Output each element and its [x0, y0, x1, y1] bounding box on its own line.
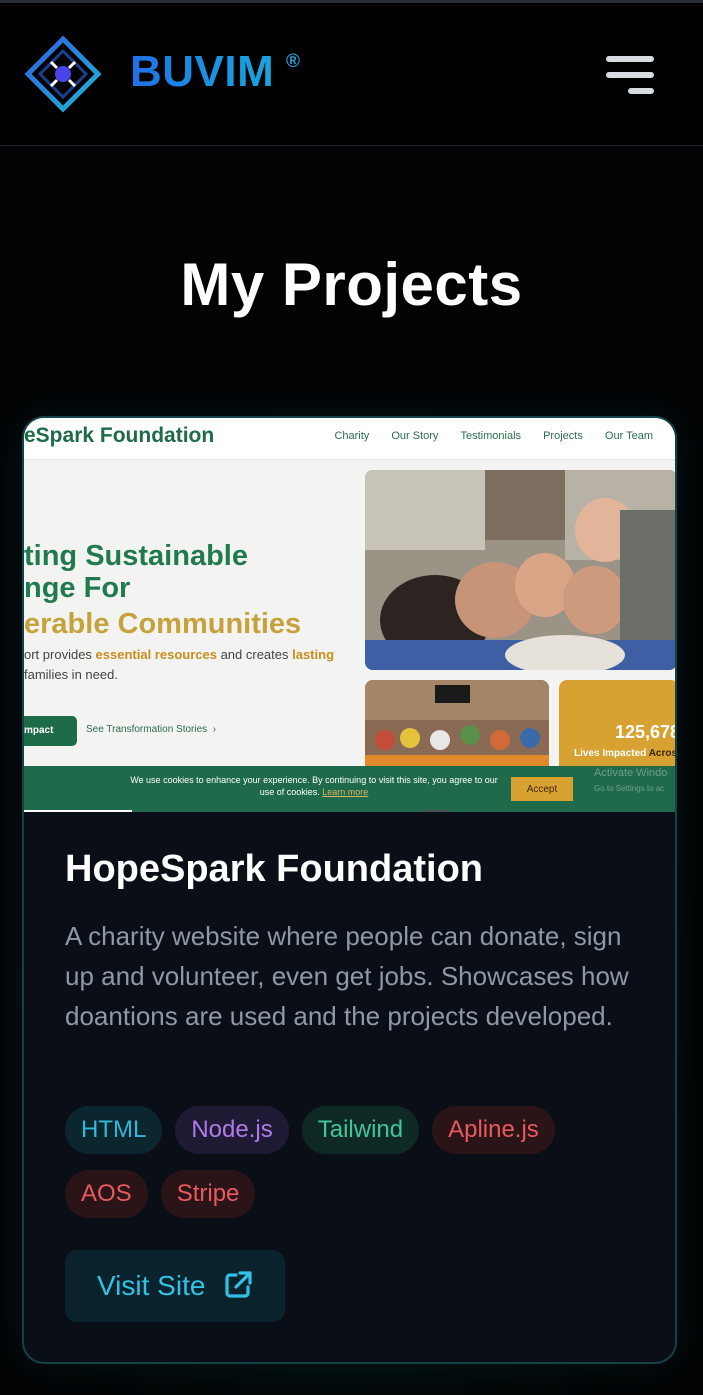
screenshot-accept-button: Accept: [511, 777, 573, 801]
screenshot-children-photo: [365, 470, 675, 670]
visit-site-label: Visit Site: [97, 1270, 206, 1301]
page-title: My Projects: [180, 251, 523, 318]
screenshot-cookie-banner: We use cookies to enhance your experienc…: [24, 766, 675, 812]
tag-stripe: Stripe: [160, 1170, 256, 1218]
tag-alpinejs: Apline.js: [432, 1106, 555, 1154]
screenshot-progress: [24, 810, 132, 812]
tag-nodejs: Node.js: [175, 1106, 289, 1154]
screenshot-stat-card: 125,678 Lives Impacted Across: [559, 680, 675, 780]
external-link-icon: [225, 1271, 252, 1298]
screenshot-volunteers-photo: [365, 680, 549, 780]
project-card: eSpark Foundation Charity Our Story Test…: [22, 416, 677, 1364]
screenshot-hero: ting Sustainable nge For erable Communit…: [24, 540, 335, 682]
screenshot-navbar: eSpark Foundation Charity Our Story Test…: [24, 418, 675, 460]
tag-aos: AOS: [65, 1170, 148, 1218]
project-title: HopeSpark Foundation: [65, 848, 483, 890]
tag-tailwind: Tailwind: [301, 1106, 420, 1154]
hamburger-menu-icon[interactable]: [600, 53, 660, 99]
site-header: BUVIM ®: [0, 3, 703, 146]
visit-site-button[interactable]: Visit Site: [65, 1250, 285, 1322]
project-screenshot: eSpark Foundation Charity Our Story Test…: [24, 418, 675, 812]
diamond-logo-icon[interactable]: [24, 35, 102, 113]
tag-html: HTML: [65, 1106, 163, 1154]
screenshot-see-link: See Transformation Stories ›: [86, 724, 217, 735]
screenshot-impact-button: mpact: [24, 716, 77, 746]
screenshot-nav-links: Charity Our Story Testimonials Projects …: [334, 430, 653, 442]
brand-name[interactable]: BUVIM: [130, 47, 274, 97]
screenshot-brand: eSpark Foundation: [24, 424, 215, 447]
project-description: A charity website where people can donat…: [65, 921, 629, 1031]
screenshot-windows-watermark: Activate Windo Go to Settings to ac: [594, 767, 668, 793]
tech-tags: HTML Node.js Tailwind Apline.js AOS Stripe: [65, 1106, 645, 1234]
registered-mark: ®: [286, 51, 300, 72]
